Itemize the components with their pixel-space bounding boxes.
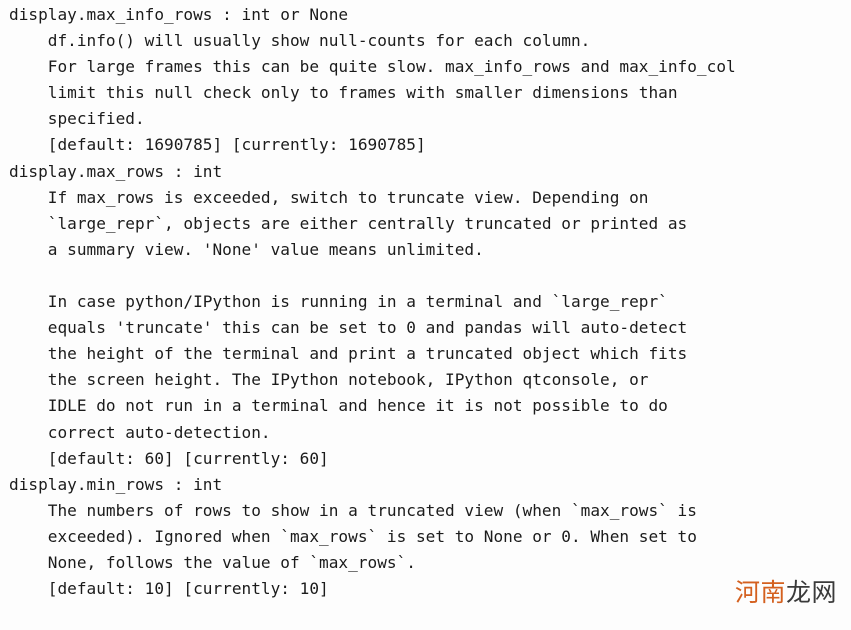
console-line: display.max_rows : int (9, 161, 223, 181)
console-line: The numbers of rows to show in a truncat… (9, 500, 697, 520)
console-line: `large_repr`, objects are either central… (9, 213, 688, 233)
console-line: exceeded). Ignored when `max_rows` is se… (9, 526, 697, 546)
option-help-text: display.max_info_rows : int or None df.i… (9, 2, 851, 602)
console-output: display.max_info_rows : int or None df.i… (0, 0, 851, 630)
watermark-dark-text: 龙网 (785, 578, 837, 607)
console-line: [default: 1690785] [currently: 1690785] (9, 135, 426, 155)
console-line-blank (9, 263, 851, 289)
console-line: limit this null check only to frames wit… (9, 83, 678, 103)
site-watermark: 河南龙网 (735, 578, 837, 608)
console-line: None, follows the value of `max_rows`. (9, 552, 416, 572)
console-line: specified. (9, 109, 145, 129)
console-line: a summary view. 'None' value means unlim… (9, 239, 484, 259)
console-line: df.info() will usually show null-counts … (9, 31, 591, 51)
watermark-accent-text: 河南 (734, 578, 786, 607)
console-line: equals 'truncate' this can be set to 0 a… (9, 318, 688, 338)
console-line: the height of the terminal and print a t… (9, 344, 688, 364)
console-line: [default: 10] [currently: 10] (9, 579, 329, 599)
console-line: If max_rows is exceeded, switch to trunc… (9, 187, 649, 207)
console-line: display.max_info_rows : int or None (9, 5, 349, 24)
console-line: In case python/IPython is running in a t… (9, 292, 668, 312)
console-line: [default: 60] [currently: 60] (9, 448, 329, 468)
console-line: For large frames this can be quite slow.… (9, 57, 736, 77)
console-line: display.min_rows : int (9, 474, 223, 494)
console-line: correct auto-detection. (9, 422, 271, 442)
console-line: IDLE do not run in a terminal and hence … (9, 396, 668, 416)
console-line: the screen height. The IPython notebook,… (9, 370, 649, 390)
